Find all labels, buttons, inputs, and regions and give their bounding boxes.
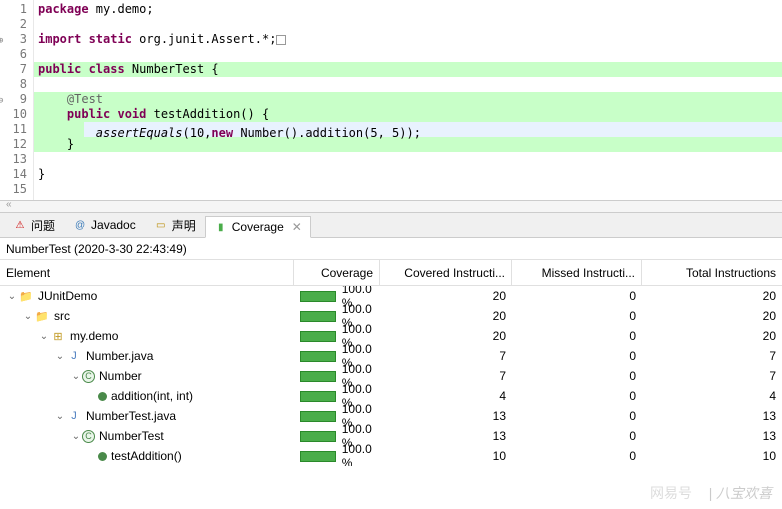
missed-value: 0 [512, 389, 642, 403]
watermark-name: | 八宝欢喜 [708, 483, 772, 503]
table-row[interactable]: ⌄📁src100.0 %20020 [0, 306, 782, 326]
method-icon [98, 392, 107, 401]
table-row[interactable]: addition(int, int)100.0 %404 [0, 386, 782, 406]
class-icon: C [82, 370, 95, 383]
tab-coverage[interactable]: ▮ Coverage ✕ [205, 216, 311, 238]
javadoc-icon: @ [73, 218, 87, 232]
tree-label: my.demo [70, 329, 118, 343]
total-value: 20 [642, 309, 782, 323]
twisty-icon[interactable]: ⌄ [54, 351, 66, 362]
close-icon[interactable]: ✕ [292, 220, 302, 234]
twisty-icon[interactable]: ⌄ [54, 411, 66, 422]
total-value: 7 [642, 349, 782, 363]
class-icon: C [82, 430, 95, 443]
coverage-bar [300, 431, 336, 442]
tree-label: NumberTest [99, 429, 164, 443]
java-icon: J [66, 348, 82, 364]
proj-icon: 📁 [18, 288, 34, 304]
coverage-bar [300, 411, 336, 422]
missed-value: 0 [512, 409, 642, 423]
java-icon: J [66, 408, 82, 424]
tree-label: addition(int, int) [111, 389, 193, 403]
total-value: 13 [642, 409, 782, 423]
tree-label: testAddition() [111, 449, 182, 463]
tab-decl[interactable]: ▭ 声明 [145, 214, 205, 236]
missed-value: 0 [512, 449, 642, 463]
covered-value: 13 [380, 409, 512, 423]
covered-value: 20 [380, 329, 512, 343]
coverage-icon: ▮ [214, 220, 228, 234]
col-covered[interactable]: Covered Instructi... [380, 260, 512, 285]
coverage-bar [300, 311, 336, 322]
problems-icon: ⚠ [13, 218, 27, 232]
col-missed[interactable]: Missed Instructi... [512, 260, 642, 285]
total-value: 13 [642, 429, 782, 443]
total-value: 20 [642, 289, 782, 303]
table-row[interactable]: ⌄JNumberTest.java100.0 %13013 [0, 406, 782, 426]
tab-label: 声明 [172, 217, 196, 234]
tree-label: Number.java [86, 349, 153, 363]
covered-value: 20 [380, 309, 512, 323]
coverage-bar [300, 291, 336, 302]
coverage-session-info: NumberTest (2020-3-30 22:43:49) [0, 238, 782, 260]
coverage-tree[interactable]: ⌄📁JUnitDemo100.0 %20020⌄📁src100.0 %20020… [0, 286, 782, 466]
table-row[interactable]: ⌄JNumber.java100.0 %707 [0, 346, 782, 366]
coverage-bar [300, 391, 336, 402]
table-row[interactable]: testAddition()100.0 %10010 [0, 446, 782, 466]
twisty-icon[interactable]: ⌄ [70, 371, 82, 382]
coverage-bar [300, 351, 336, 362]
covered-value: 13 [380, 429, 512, 443]
missed-value: 0 [512, 309, 642, 323]
covered-value: 4 [380, 389, 512, 403]
missed-value: 0 [512, 289, 642, 303]
tree-label: NumberTest.java [86, 409, 176, 423]
covered-value: 7 [380, 369, 512, 383]
tab-label: Javadoc [91, 218, 136, 232]
tree-label: src [54, 309, 70, 323]
code-editor[interactable]: 123⊕6789⊖101112131415 package my.demo; i… [0, 0, 782, 200]
table-row[interactable]: ⌄CNumberTest100.0 %13013 [0, 426, 782, 446]
decl-icon: ▭ [154, 218, 168, 232]
tab-javadoc[interactable]: @ Javadoc [64, 214, 145, 236]
covered-value: 10 [380, 449, 512, 463]
tab-label: Coverage [232, 220, 284, 234]
total-value: 20 [642, 329, 782, 343]
total-value: 7 [642, 369, 782, 383]
total-value: 10 [642, 449, 782, 463]
missed-value: 0 [512, 429, 642, 443]
code-area[interactable]: package my.demo; import static org.junit… [34, 0, 782, 200]
watermark-brand: 网易号 [650, 483, 692, 503]
coverage-bar [300, 451, 336, 462]
missed-value: 0 [512, 349, 642, 363]
twisty-icon[interactable]: ⌄ [22, 311, 34, 322]
coverage-table-header[interactable]: Element Coverage Covered Instructi... Mi… [0, 260, 782, 286]
table-row[interactable]: ⌄⊞my.demo100.0 %20020 [0, 326, 782, 346]
bottom-tab-bar[interactable]: ⚠ 问题 @ Javadoc ▭ 声明 ▮ Coverage ✕ [0, 212, 782, 238]
method-icon [98, 452, 107, 461]
col-coverage[interactable]: Coverage [294, 260, 380, 285]
coverage-percent: 100.0 % [342, 442, 374, 466]
line-gutter: 123⊕6789⊖101112131415 [0, 0, 34, 200]
covered-value: 20 [380, 289, 512, 303]
pkg-icon: ⊞ [50, 328, 66, 344]
twisty-icon[interactable]: ⌄ [6, 291, 18, 302]
col-total[interactable]: Total Instructions [642, 260, 782, 285]
editor-collapse-bar[interactable] [0, 200, 782, 212]
table-row[interactable]: ⌄📁JUnitDemo100.0 %20020 [0, 286, 782, 306]
twisty-icon[interactable]: ⌄ [70, 431, 82, 442]
tree-label: JUnitDemo [38, 289, 97, 303]
col-element[interactable]: Element [0, 260, 294, 285]
tab-problems[interactable]: ⚠ 问题 [4, 214, 64, 236]
missed-value: 0 [512, 329, 642, 343]
covered-value: 7 [380, 349, 512, 363]
coverage-bar [300, 371, 336, 382]
missed-value: 0 [512, 369, 642, 383]
twisty-icon[interactable]: ⌄ [38, 331, 50, 342]
table-row[interactable]: ⌄CNumber100.0 %707 [0, 366, 782, 386]
total-value: 4 [642, 389, 782, 403]
tab-label: 问题 [31, 217, 55, 234]
src-icon: 📁 [34, 308, 50, 324]
coverage-bar [300, 331, 336, 342]
tree-label: Number [99, 369, 142, 383]
